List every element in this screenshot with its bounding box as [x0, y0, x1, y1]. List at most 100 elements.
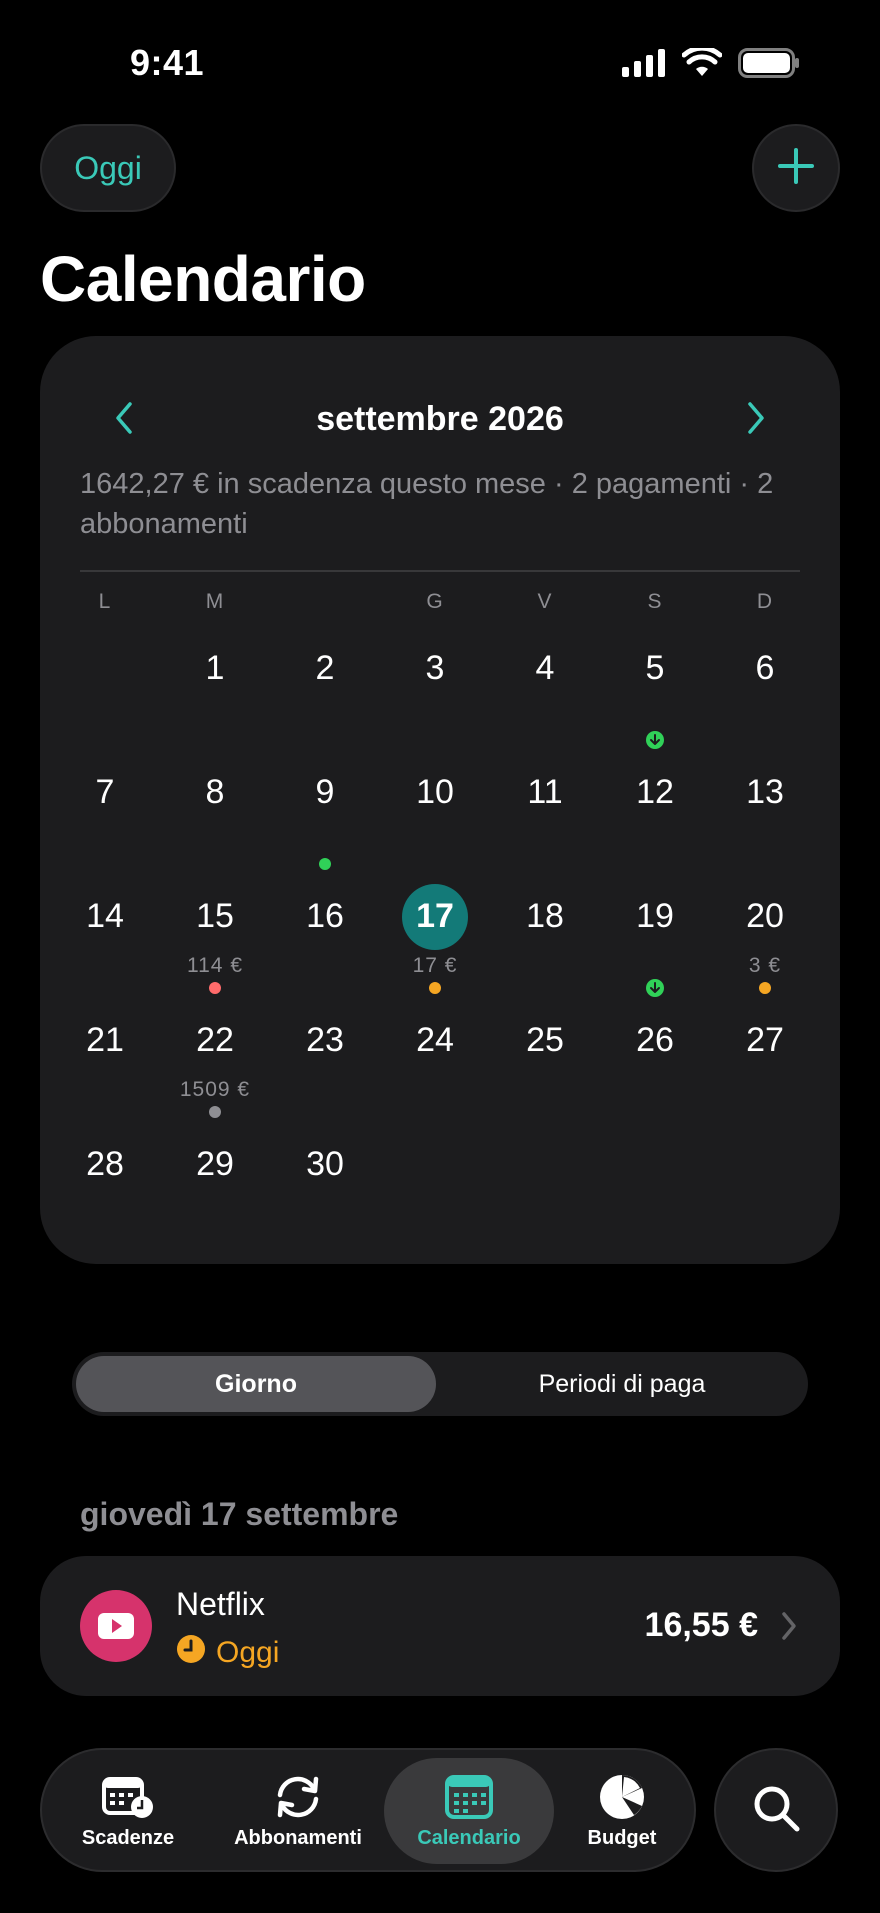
payment-dot [319, 858, 331, 870]
day-number: 29 [196, 1145, 234, 1183]
calendar-day-today[interactable]: 17 17 € [380, 884, 490, 1008]
next-month-button[interactable] [732, 396, 780, 444]
payment-dot [209, 1106, 221, 1118]
calendar-day[interactable]: 22 1509 € [160, 1008, 270, 1132]
calendar-day[interactable]: 3 [380, 636, 490, 760]
calendar-day[interactable]: 10 [380, 760, 490, 884]
weekday-label: D [756, 590, 774, 613]
day-number: 6 [755, 649, 775, 687]
tab-calendario[interactable]: Calendario [384, 1758, 554, 1864]
calendar-day[interactable]: 24 [380, 1008, 490, 1132]
calendar-day[interactable]: 11 [490, 760, 600, 884]
clock-icon [176, 1634, 206, 1672]
calendar-day[interactable]: 2 [270, 636, 380, 760]
calendar-day[interactable]: 29 [160, 1132, 270, 1256]
calendar-day[interactable]: 27 [710, 1008, 820, 1132]
calendar-day[interactable]: 12 [600, 760, 710, 884]
calendar-day[interactable]: 21 [50, 1008, 160, 1132]
add-button[interactable] [752, 124, 840, 212]
calendar-day[interactable]: 20 3 € [710, 884, 820, 1008]
calendar-day[interactable]: 14 [50, 884, 160, 1008]
tab-label: Abbonamenti [234, 1826, 362, 1849]
day-number: 22 [196, 1021, 234, 1059]
calendar-day[interactable]: 5 [600, 636, 710, 760]
day-number: 4 [535, 649, 555, 687]
wifi-icon [681, 45, 723, 83]
calendar-day[interactable]: 19 [600, 884, 710, 1008]
weekday-label: V [537, 590, 553, 613]
day-number: 1 [205, 649, 225, 687]
refresh-icon [270, 1773, 326, 1821]
calendar-day[interactable]: 8 [160, 760, 270, 884]
day-number: 12 [636, 773, 674, 811]
month-navigation: settembre 2026 [40, 390, 840, 450]
plus-icon [776, 146, 816, 191]
day-number: 11 [527, 773, 563, 811]
chevron-right-icon [780, 1610, 798, 1647]
calendar-grid-icon [441, 1773, 497, 1821]
status-time: 9:41 [130, 42, 205, 83]
calendar-day[interactable]: 28 [50, 1132, 160, 1256]
day-number: 20 [746, 897, 784, 935]
calendar-day[interactable]: 30 [270, 1132, 380, 1256]
day-number: 19 [636, 897, 674, 935]
calendar-day[interactable]: 6 [710, 636, 820, 760]
search-icon [750, 1782, 802, 1839]
today-button[interactable]: Oggi [40, 124, 176, 212]
day-number: 18 [526, 897, 564, 935]
search-button[interactable] [714, 1748, 838, 1872]
day-number: 24 [416, 1021, 454, 1059]
chevron-right-icon [744, 400, 768, 441]
calendar-day[interactable]: 16 [270, 884, 380, 1008]
tab-budget[interactable]: Budget [562, 1758, 682, 1864]
battery-icon [738, 48, 800, 83]
calendar-day[interactable]: 7 [50, 760, 160, 884]
day-number: 2 [315, 649, 335, 687]
tab-label: Scadenze [81, 1826, 175, 1849]
play-icon [80, 1590, 152, 1662]
weekday-label: G [426, 590, 444, 613]
calendar-day[interactable]: 18 [490, 884, 600, 1008]
month-title: settembre 2026 [316, 400, 564, 438]
day-number: 16 [306, 897, 344, 935]
tab-bar: Scadenze Abbonamenti Calendario Budget [40, 1748, 696, 1872]
status-bar: 9:41 [0, 0, 880, 120]
event-status-label: Oggi [216, 1636, 280, 1669]
day-number: 5 [645, 649, 665, 687]
calendar-day[interactable]: 26 [600, 1008, 710, 1132]
day-number: 27 [746, 1021, 784, 1059]
tab-label: Calendario [417, 1826, 521, 1849]
day-number: 26 [636, 1021, 674, 1059]
day-number: 28 [86, 1145, 124, 1183]
page-title: Calendario [40, 243, 366, 315]
calendar-day[interactable]: 15 114 € [160, 884, 270, 1008]
day-number: 17 [416, 897, 454, 935]
payment-dot [759, 982, 771, 994]
month-summary: 1642,27 € in scadenza questo mese · 2 pa… [80, 468, 774, 540]
weekday-label: S [647, 590, 663, 613]
tab-label: Budget [587, 1826, 657, 1849]
day-number: 3 [425, 649, 445, 687]
day-number: 9 [315, 773, 335, 811]
tab-abbonamenti[interactable]: Abbonamenti [218, 1758, 378, 1864]
segment-pay-periods[interactable]: Periodi di paga [440, 1356, 804, 1412]
calendar-day[interactable]: 4 [490, 636, 600, 760]
calendar-day[interactable]: 23 [270, 1008, 380, 1132]
day-number: 13 [746, 773, 784, 811]
calendar-day[interactable]: 9 [270, 760, 380, 884]
day-number: 15 [196, 897, 234, 935]
calendar-day[interactable]: 13 [710, 760, 820, 884]
calendar-day[interactable]: 25 [490, 1008, 600, 1132]
calendar-card: settembre 2026 1642,27 € in scadenza que… [40, 336, 840, 1264]
event-row[interactable]: Netflix Oggi 16,55 € [40, 1556, 840, 1696]
day-number: 23 [306, 1021, 344, 1059]
day-number: 30 [306, 1145, 344, 1183]
tab-scadenze[interactable]: Scadenze [58, 1758, 198, 1864]
view-segmented-control: Giorno Periodi di paga [72, 1352, 808, 1416]
status-icons [622, 45, 800, 83]
event-amount: 16,55 € [644, 1606, 758, 1644]
event-status: Oggi [176, 1634, 279, 1672]
segment-day[interactable]: Giorno [76, 1356, 436, 1412]
day-number: 8 [205, 773, 225, 811]
calendar-day[interactable]: 1 [160, 636, 270, 760]
